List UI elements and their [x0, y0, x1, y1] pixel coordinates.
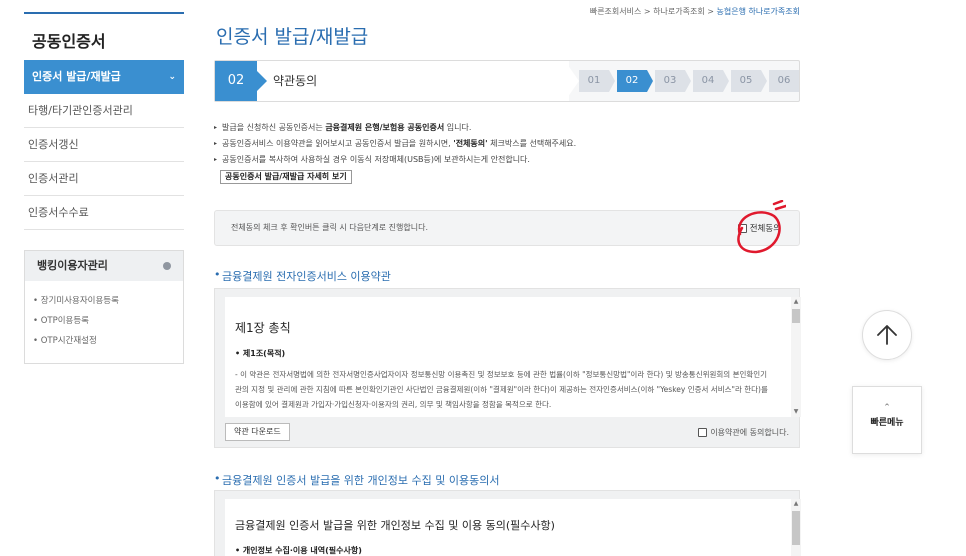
privacy-panel: 금융결제원 인증서 발급을 위한 개인정보 수집 및 이용 동의(필수사항) •…	[214, 490, 801, 556]
scroll-thumb[interactable]	[792, 511, 800, 545]
privacy-scrollbar[interactable]: ▲	[791, 499, 801, 556]
sidebar-item-certificate-renew[interactable]: 인증서갱신	[24, 128, 184, 162]
breadcrumb: 빠른조회서비스 > 하나로가족조회 > 농협은행 하나로가족조회	[589, 7, 800, 16]
notice-item: 공동인증서를 복사하여 사용하실 경우 이동식 저장매체(USB등)에 보관하시…	[214, 152, 800, 168]
scroll-down-icon[interactable]: ▼	[791, 407, 801, 417]
arrow-up-icon	[877, 325, 897, 345]
step-list: 01 02 03 04 05 06	[579, 70, 803, 92]
toggle-dot-icon[interactable]	[163, 262, 171, 270]
article-body: - 이 약관은 전자서명법에 의한 전자서명인증사업자이자 정보통신망 이용촉진…	[235, 370, 768, 409]
banking-item-label: 장기미사용자이용등록	[40, 296, 119, 306]
notice-list: 발급을 신청하신 공동인증서는 금융결제원 은행/보험용 공동인증서 입니다. …	[214, 120, 800, 184]
page-title: 인증서 발급/재발급	[216, 26, 369, 48]
banking-item-label: OTP이용등록	[40, 316, 90, 326]
agree-all-instruction: 전체동의 체크 후 확인버튼 클릭 시 다음단계로 진행합니다.	[231, 223, 428, 232]
agree-all-box: 전체동의 체크 후 확인버튼 클릭 시 다음단계로 진행합니다. 전체동의	[214, 210, 800, 246]
terms-scroll-area[interactable]: 제1장 총칙 • 제1조(목적) - 이 약관은 전자서명법에 의한 전자서명인…	[225, 297, 801, 417]
sidebar-item-label: 타행/타기관인증서관리	[28, 104, 133, 117]
sidebar-item-certificate-fee[interactable]: 인증서수수료	[24, 196, 184, 230]
scroll-up-icon[interactable]: ▲	[791, 499, 801, 509]
breadcrumb-item[interactable]: 빠른조회서비스	[590, 7, 642, 16]
current-step-number: 02	[215, 61, 267, 101]
sidebar: 공동인증서 인증서 발급/재발급 ⌄ 타행/타기관인증서관리 인증서갱신 인증서…	[24, 12, 184, 364]
terms-panel: 제1장 총칙 • 제1조(목적) - 이 약관은 전자서명법에 의한 전자서명인…	[214, 288, 801, 448]
terms-download-button[interactable]: 약관 다운로드	[225, 423, 290, 441]
step-chip: 06	[769, 70, 799, 92]
banking-user-header[interactable]: 뱅킹이용자관리	[25, 251, 183, 281]
banking-item-otp-time-reset[interactable]: • OTP시간재설정	[33, 331, 183, 351]
breadcrumb-current[interactable]: 농협은행 하나로가족조회	[716, 7, 800, 16]
banking-user-list: • 장기미사용자이용등록 • OTP이용등록 • OTP시간재설정	[25, 281, 183, 363]
consent-title: 금융결제원 인증서 발급을 위한 개인정보 수집 및 이용 동의(필수사항)	[235, 519, 555, 532]
notice-emphasis: '전체동의'	[453, 139, 488, 148]
sidebar-menu: 인증서 발급/재발급 ⌄ 타행/타기관인증서관리 인증서갱신 인증서관리 인증서…	[24, 60, 184, 230]
detail-view-button[interactable]: 공동인증서 발급/재발급 자세히 보기	[220, 170, 352, 184]
notice-text: 체크박스를 선택해주세요.	[487, 139, 577, 148]
step-chip: 03	[655, 70, 691, 92]
banking-user-title: 뱅킹이용자관리	[37, 259, 108, 272]
scroll-to-top-button[interactable]	[862, 310, 912, 360]
chevron-down-icon: ⌄	[168, 72, 176, 82]
chevron-up-icon: ⌃	[883, 403, 891, 413]
current-step-name: 약관동의	[273, 74, 318, 88]
article-title: • 제1조(목적)	[235, 349, 286, 358]
terms-agree-checkbox-label[interactable]: 이용약관에 동의합니다.	[698, 427, 789, 438]
banking-item-label: OTP시간재설정	[40, 336, 97, 346]
privacy-scroll-area[interactable]: 금융결제원 인증서 발급을 위한 개인정보 수집 및 이용 동의(필수사항) •…	[225, 499, 801, 556]
sidebar-item-other-certificate[interactable]: 타행/타기관인증서관리	[24, 94, 184, 128]
privacy-section-title: 금융결제원 인증서 발급을 위한 개인정보 수집 및 이용동의서	[214, 472, 499, 488]
step-arrow	[565, 61, 579, 101]
consent-subtitle: • 개인정보 수집·이용 내역(필수사항)	[235, 545, 765, 556]
terms-scrollbar[interactable]: ▲ ▼	[791, 297, 801, 417]
notice-text: 공동인증서비스 이용약관을 읽어보시고 공동인증서 발급을 원하시면,	[222, 139, 454, 148]
banking-user-box: 뱅킹이용자관리 • 장기미사용자이용등록 • OTP이용등록 • OTP시간재설…	[24, 250, 184, 364]
scroll-thumb[interactable]	[792, 309, 800, 323]
sidebar-item-label: 인증서수수료	[28, 206, 89, 219]
current-step: 02 약관동의	[215, 61, 569, 101]
step-chip: 04	[693, 70, 729, 92]
notice-text: 입니다.	[444, 123, 472, 132]
chapter-title: 제1장 총칙	[235, 321, 291, 335]
terms-panel-footer: 약관 다운로드 이용약관에 동의합니다.	[225, 423, 789, 443]
quick-menu-label: 빠른메뉴	[870, 418, 904, 428]
banking-item-otp-register[interactable]: • OTP이용등록	[33, 311, 183, 331]
sidebar-item-certificate-manage[interactable]: 인증서관리	[24, 162, 184, 196]
quick-menu-button[interactable]: ⌃ 빠른메뉴	[852, 386, 922, 454]
terms-content: 제1장 총칙 • 제1조(목적) - 이 약관은 전자서명법에 의한 전자서명인…	[225, 297, 801, 412]
breadcrumb-item[interactable]: 하나로가족조회	[653, 7, 705, 16]
terms-section-title: 금융결제원 전자인증서비스 이용약관	[214, 268, 391, 284]
notice-item: 공동인증서비스 이용약관을 읽어보시고 공동인증서 발급을 원하시면, '전체동…	[214, 136, 800, 152]
notice-emphasis: 금융결제원 은행/보험용 공동인증서	[325, 123, 445, 132]
step-chip-active: 02	[617, 70, 653, 92]
sidebar-item-label: 인증서갱신	[28, 138, 79, 151]
step-indicator: 02 약관동의 01 02 03 04 05 06	[214, 60, 800, 102]
sidebar-item-label: 인증서관리	[28, 172, 79, 185]
terms-agree-label: 이용약관에 동의합니다.	[710, 428, 789, 437]
notice-text: 발급을 신청하신 공동인증서는	[222, 123, 326, 132]
sidebar-item-label: 인증서 발급/재발급	[32, 70, 121, 83]
privacy-content: 금융결제원 인증서 발급을 위한 개인정보 수집 및 이용 동의(필수사항) •…	[225, 499, 801, 556]
sidebar-title: 공동인증서	[32, 32, 106, 51]
red-circle-annotation	[737, 200, 786, 254]
terms-agree-checkbox[interactable]	[698, 428, 708, 437]
scroll-up-icon[interactable]: ▲	[791, 297, 801, 307]
step-chip: 05	[731, 70, 767, 92]
step-chip: 01	[579, 70, 615, 92]
banking-item-long-unused[interactable]: • 장기미사용자이용등록	[33, 291, 183, 311]
notice-text: 공동인증서를 복사하여 사용하실 경우 이동식 저장매체(USB등)에 보관하시…	[222, 155, 530, 164]
notice-item: 발급을 신청하신 공동인증서는 금융결제원 은행/보험용 공동인증서 입니다.	[214, 120, 800, 136]
sidebar-item-certificate-issue[interactable]: 인증서 발급/재발급 ⌄	[24, 60, 184, 94]
